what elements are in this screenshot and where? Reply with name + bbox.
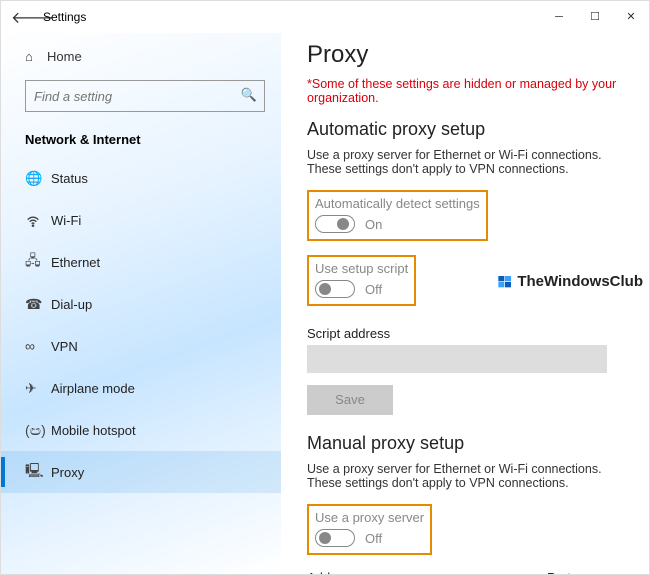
section-manual-desc: Use a proxy server for Ethernet or Wi-Fi… (307, 462, 623, 490)
home-icon: ⌂ (25, 49, 47, 64)
minimize-button[interactable]: ─ (541, 2, 577, 32)
back-icon[interactable]: 🡐 (11, 7, 31, 28)
use-proxy-state: Off (365, 531, 382, 546)
col-address: Address (307, 570, 537, 574)
auto-detect-state: On (365, 217, 382, 232)
sidebar-item-label: Proxy (51, 465, 84, 480)
airplane-icon: ✈ (25, 380, 51, 397)
setup-script-state: Off (365, 282, 382, 297)
setting-use-proxy: Use a proxy server Off (307, 504, 432, 555)
windows-logo-icon (497, 274, 513, 290)
section-auto-desc: Use a proxy server for Ethernet or Wi-Fi… (307, 148, 623, 176)
watermark-text: TheWindowsClub (517, 273, 643, 290)
sidebar-item-dialup[interactable]: ☎ Dial-up (1, 283, 281, 325)
setup-script-toggle[interactable] (315, 280, 355, 298)
sidebar-item-vpn[interactable]: ∞ VPN (1, 325, 281, 367)
script-address-input[interactable] (307, 345, 607, 373)
wifi-icon (25, 211, 51, 228)
setting-setup-script: Use setup script Off (307, 255, 416, 306)
home-label: Home (47, 49, 82, 64)
script-address-label: Script address (307, 326, 623, 341)
sidebar-item-ethernet[interactable]: 🖧 Ethernet (1, 241, 281, 283)
setting-auto-detect: Automatically detect settings On (307, 190, 488, 241)
sidebar: ⌂ Home 🔍 Network & Internet 🌐 Status Wi-… (1, 33, 281, 574)
sidebar-item-status[interactable]: 🌐 Status (1, 157, 281, 199)
sidebar-item-label: Wi-Fi (51, 213, 81, 228)
col-port: Port (547, 570, 617, 574)
sidebar-item-label: Ethernet (51, 255, 100, 270)
manual-columns: Address Port (307, 569, 623, 574)
sidebar-item-hotspot[interactable]: (ඏ) Mobile hotspot (1, 409, 281, 451)
sidebar-item-label: Status (51, 171, 88, 186)
sidebar-home[interactable]: ⌂ Home (1, 39, 281, 74)
toggle-knob (337, 218, 349, 230)
use-proxy-label: Use a proxy server (315, 510, 424, 525)
hotspot-icon: (ඏ) (25, 422, 51, 439)
status-icon: 🌐 (25, 170, 51, 187)
maximize-button[interactable]: ☐ (577, 2, 613, 32)
toggle-knob (319, 532, 331, 544)
sidebar-item-label: Mobile hotspot (51, 423, 136, 438)
sidebar-item-label: VPN (51, 339, 78, 354)
sidebar-item-wifi[interactable]: Wi-Fi (1, 199, 281, 241)
use-proxy-toggle[interactable] (315, 529, 355, 547)
main-panel: Proxy *Some of these settings are hidden… (281, 33, 649, 574)
close-button[interactable]: ✕ (613, 2, 649, 32)
toggle-knob (319, 283, 331, 295)
watermark: TheWindowsClub (497, 273, 643, 290)
vpn-icon: ∞ (25, 338, 51, 354)
setup-script-label: Use setup script (315, 261, 408, 276)
ethernet-icon: 🖧 (25, 250, 51, 274)
section-auto-title: Automatic proxy setup (307, 119, 623, 140)
sidebar-item-label: Dial-up (51, 297, 92, 312)
sidebar-item-airplane[interactable]: ✈ Airplane mode (1, 367, 281, 409)
sidebar-item-label: Airplane mode (51, 381, 135, 396)
search-icon: 🔍 (241, 87, 257, 103)
search-input[interactable] (25, 80, 265, 112)
auto-detect-toggle[interactable] (315, 215, 355, 233)
auto-detect-label: Automatically detect settings (315, 196, 480, 211)
proxy-icon: 🖳 (25, 460, 51, 484)
sidebar-category: Network & Internet (1, 126, 281, 157)
search-box[interactable]: 🔍 (25, 80, 265, 112)
section-manual-title: Manual proxy setup (307, 433, 623, 454)
org-warning: *Some of these settings are hidden or ma… (307, 77, 623, 105)
sidebar-item-proxy[interactable]: 🖳 Proxy (1, 451, 281, 493)
dialup-icon: ☎ (25, 296, 51, 313)
page-title: Proxy (307, 41, 623, 69)
window-title: Settings (31, 10, 541, 24)
titlebar: 🡐 Settings ─ ☐ ✕ (1, 1, 649, 33)
save-button[interactable]: Save (307, 385, 393, 415)
